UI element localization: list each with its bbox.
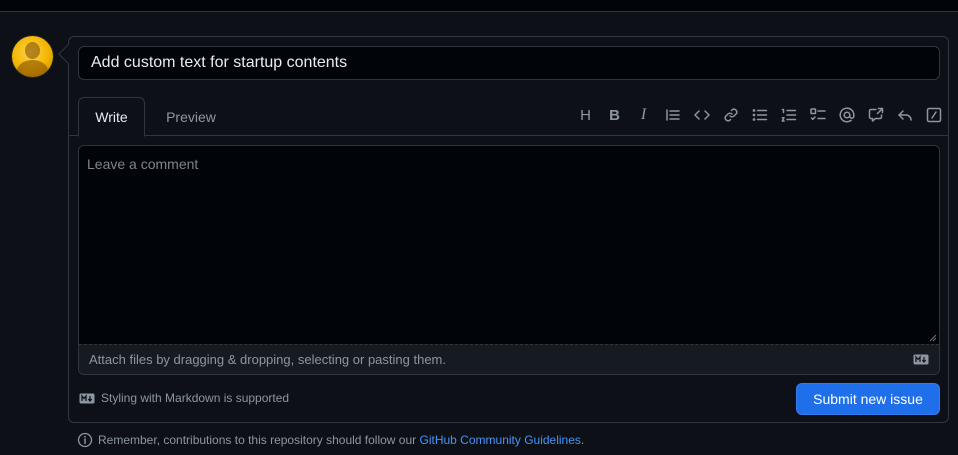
guidelines-notice: Remember, contributions to this reposito… [77,432,584,448]
unordered-list-icon[interactable] [745,101,774,129]
attach-files-text: Attach files by dragging & dropping, sel… [89,352,446,367]
cross-reference-icon[interactable] [861,101,890,129]
comment-editor: Attach files by dragging & dropping, sel… [78,145,940,375]
heading-icon[interactable]: H [571,101,600,129]
user-avatar[interactable] [12,36,53,77]
avatar-head-shape [25,42,40,59]
resize-handle-icon[interactable] [929,334,937,342]
speech-caret [58,44,78,64]
avatar-shoulders-shape [17,60,48,77]
markdown-icon [913,354,929,365]
bold-icon[interactable]: B [600,101,629,129]
mention-icon[interactable] [832,101,861,129]
new-issue-form: Write Preview H B I [58,36,949,423]
guidelines-prefix-text: Remember, contributions to this reposito… [98,433,420,447]
tab-preview[interactable]: Preview [157,97,225,137]
slash-commands-icon[interactable] [919,101,948,129]
community-guidelines-link[interactable]: GitHub Community Guidelines [420,433,581,447]
task-list-icon[interactable] [803,101,832,129]
markdown-icon [79,393,95,403]
tab-write[interactable]: Write [78,97,145,137]
markdown-toolbar: H B I [571,95,948,135]
top-header-bar [0,0,958,12]
code-icon[interactable] [687,101,716,129]
link-icon[interactable] [716,101,745,129]
issue-title-input[interactable] [78,46,940,80]
comment-textarea[interactable] [79,146,939,344]
italic-icon[interactable]: I [629,101,658,129]
editor-tabs-row: Write Preview H B I [69,95,948,137]
submit-new-issue-button[interactable]: Submit new issue [796,383,940,415]
info-icon [77,432,93,448]
saved-reply-icon[interactable] [890,101,919,129]
ordered-list-icon[interactable] [774,101,803,129]
markdown-support-note[interactable]: Styling with Markdown is supported [79,391,289,405]
guidelines-suffix-text: . [580,433,585,447]
markdown-note-text: Styling with Markdown is supported [101,391,290,405]
quote-icon[interactable] [658,101,687,129]
file-attach-bar[interactable]: Attach files by dragging & dropping, sel… [79,344,939,374]
